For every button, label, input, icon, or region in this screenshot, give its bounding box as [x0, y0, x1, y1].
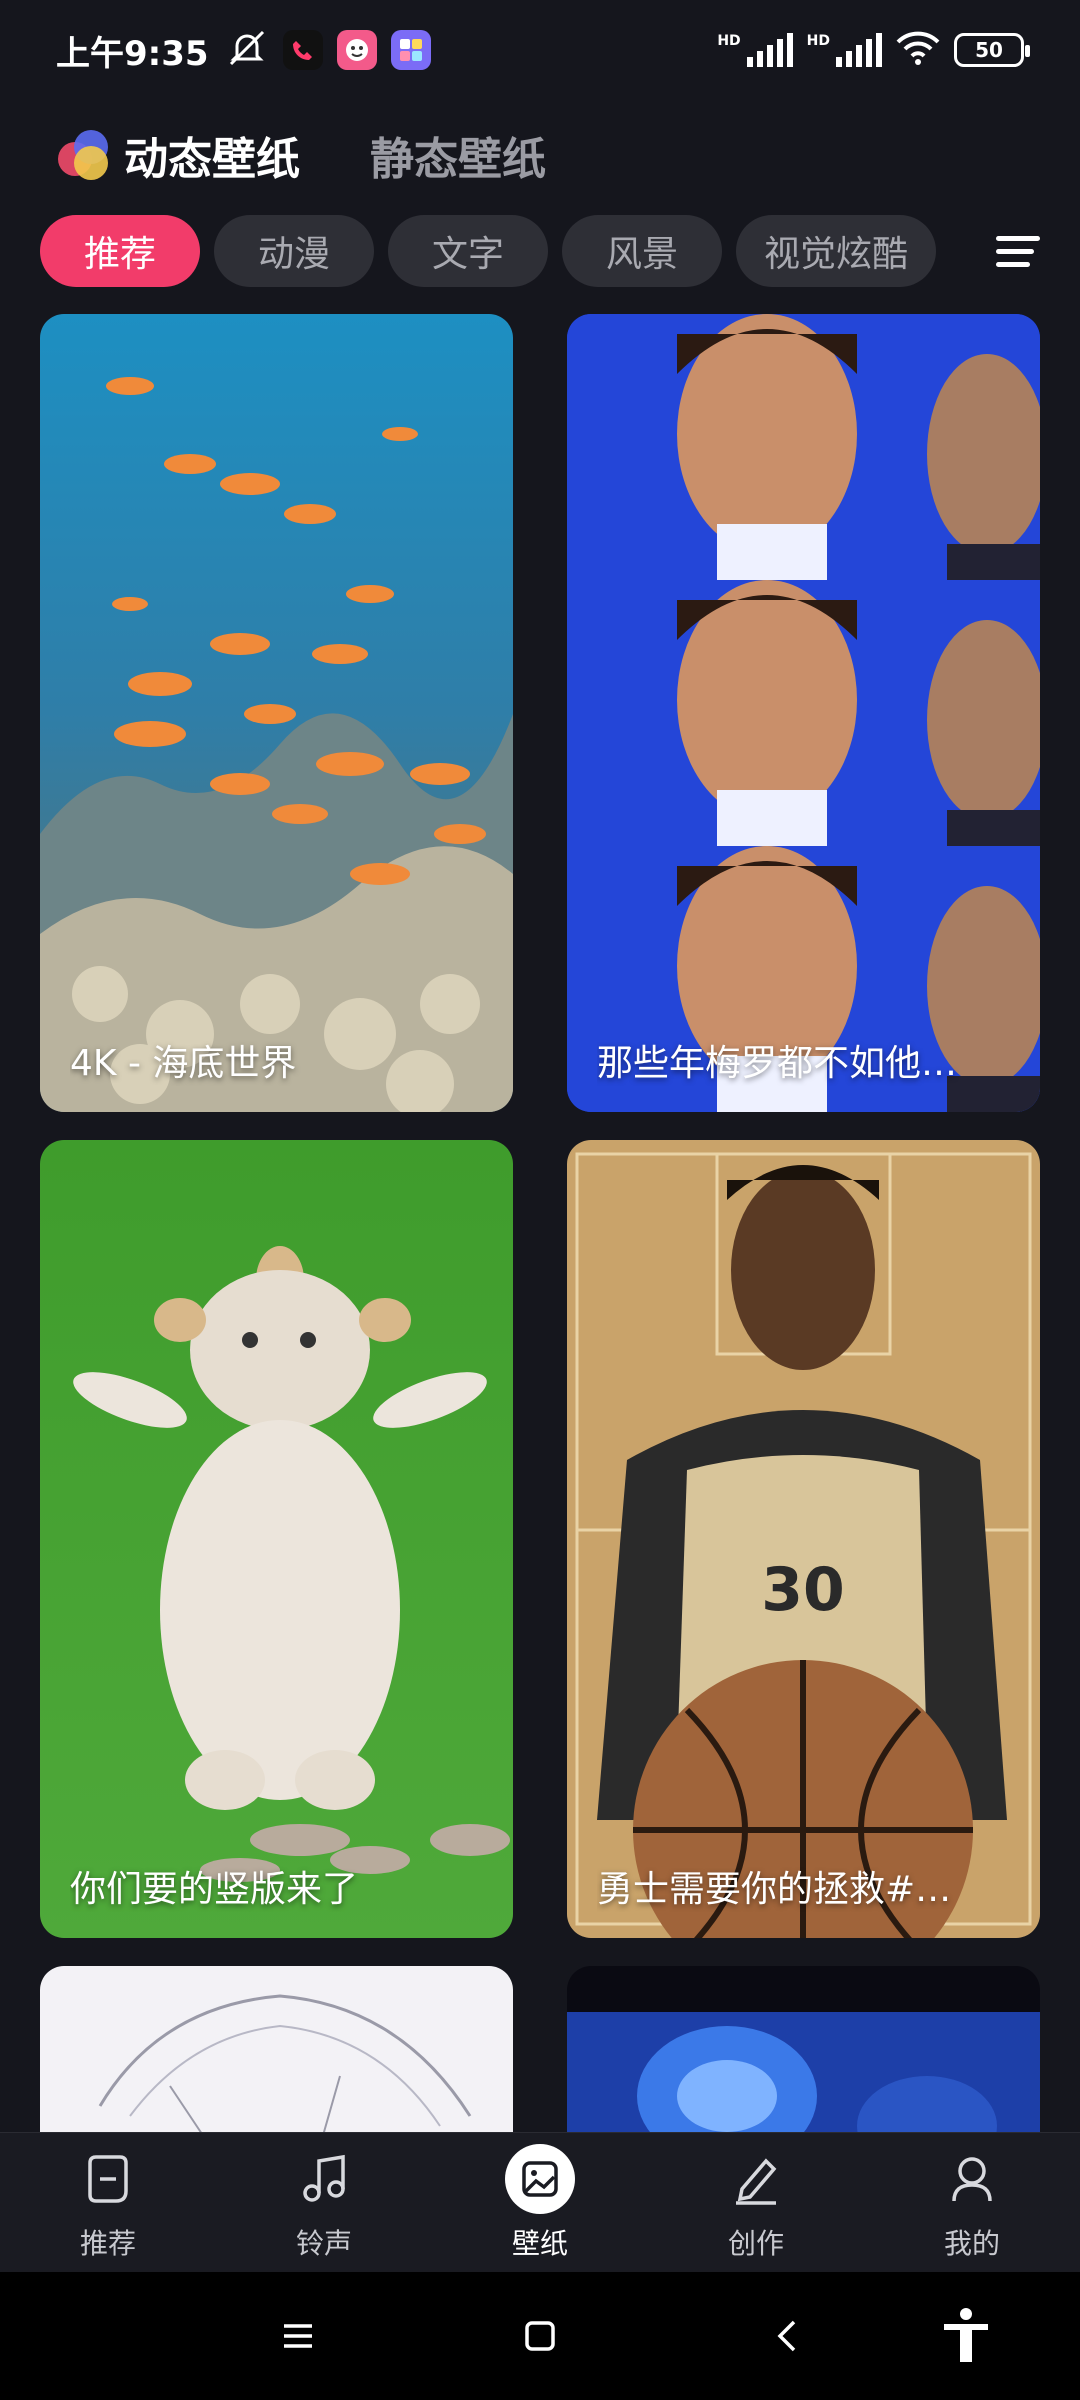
wallpaper-card[interactable]: 30 勇士需要你的拯救#… — [567, 1140, 1040, 1938]
category-menu-button[interactable] — [960, 212, 1080, 290]
wallpaper-thumbnail — [40, 314, 513, 1112]
battery-icon: 50 — [954, 33, 1030, 67]
music-note-icon — [289, 2144, 359, 2214]
nav-create[interactable]: 创作 — [648, 2133, 864, 2272]
tab-dynamic-wallpaper[interactable]: 动态壁纸 — [56, 123, 300, 187]
hd-badge: HD — [717, 33, 741, 49]
svg-text:30: 30 — [761, 1555, 845, 1625]
chip-text[interactable]: 文字 — [388, 215, 548, 287]
status-bar: 上午9:35 HD HD 50 — [0, 0, 1080, 100]
system-navigation-bar — [0, 2272, 1080, 2400]
menu-line — [996, 236, 1040, 241]
profile-icon — [937, 2144, 1007, 2214]
mute-bell-icon — [225, 26, 269, 74]
nav-recommend[interactable]: 推荐 — [0, 2133, 216, 2272]
hd-badge-2: HD — [806, 33, 830, 49]
bottom-navigation: 推荐 铃声 壁纸 创作 我的 — [0, 2132, 1080, 2272]
menu-line — [996, 249, 1034, 254]
tab-label: 动态壁纸 — [124, 134, 300, 185]
wallpaper-title: 那些年梅罗都不如他… — [597, 1043, 958, 1084]
wallpaper-title: 勇士需要你的拯救#… — [597, 1869, 952, 1910]
chip-anime[interactable]: 动漫 — [214, 215, 374, 287]
menu-line — [996, 262, 1030, 267]
wallpaper-title: 你们要的竖版来了 — [70, 1869, 359, 1910]
home-icon[interactable] — [510, 2306, 570, 2366]
signal-icon-2 — [836, 33, 882, 67]
wallpaper-type-tabs: 动态壁纸 静态壁纸 — [56, 120, 546, 190]
wallpaper-card[interactable]: 4K - 海底世界 — [40, 314, 513, 1112]
category-chips: 推荐 动漫 文字 风景 视觉炫酷 — [40, 214, 1080, 288]
widget-app-icon — [390, 30, 431, 70]
battery-level: 50 — [975, 38, 1003, 62]
wallpaper-card[interactable]: 你们要的竖版来了 — [40, 1140, 513, 1938]
phone-app-icon — [282, 30, 323, 70]
cartoon-app-icon — [336, 30, 377, 70]
wifi-icon — [896, 30, 940, 70]
back-icon[interactable] — [758, 2306, 818, 2366]
tab-static-wallpaper[interactable]: 静态壁纸 — [370, 123, 546, 187]
nav-label: 壁纸 — [511, 2226, 568, 2260]
wallpaper-title: 4K - 海底世界 — [70, 1043, 297, 1084]
wallpaper-thumbnail — [40, 1140, 513, 1938]
nav-ringtone[interactable]: 铃声 — [216, 2133, 432, 2272]
wallpaper-thumbnail — [567, 314, 1040, 1112]
nav-label: 推荐 — [79, 2226, 136, 2260]
app-logo-icon — [56, 128, 110, 182]
nav-label: 创作 — [727, 2226, 784, 2260]
nav-label: 我的 — [943, 2226, 1000, 2260]
wallpaper-icon — [505, 2143, 575, 2214]
signal-icon — [746, 33, 793, 67]
pencil-icon — [721, 2144, 791, 2214]
chip-cool-visual[interactable]: 视觉炫酷 — [736, 215, 937, 287]
nav-label: 铃声 — [295, 2226, 352, 2260]
wallpaper-card[interactable]: 那些年梅罗都不如他… — [567, 314, 1040, 1112]
nav-profile[interactable]: 我的 — [864, 2133, 1080, 2272]
chip-scenery[interactable]: 风景 — [562, 215, 722, 287]
chip-recommend[interactable]: 推荐 — [40, 215, 200, 287]
wallpaper-thumbnail: 30 — [567, 1140, 1040, 1938]
menu-icon[interactable] — [268, 2306, 328, 2366]
accessibility-icon[interactable] — [936, 2306, 996, 2366]
recommend-icon — [73, 2144, 143, 2214]
status-time: 上午9:35 — [56, 33, 209, 74]
nav-wallpaper[interactable]: 壁纸 — [432, 2133, 648, 2272]
